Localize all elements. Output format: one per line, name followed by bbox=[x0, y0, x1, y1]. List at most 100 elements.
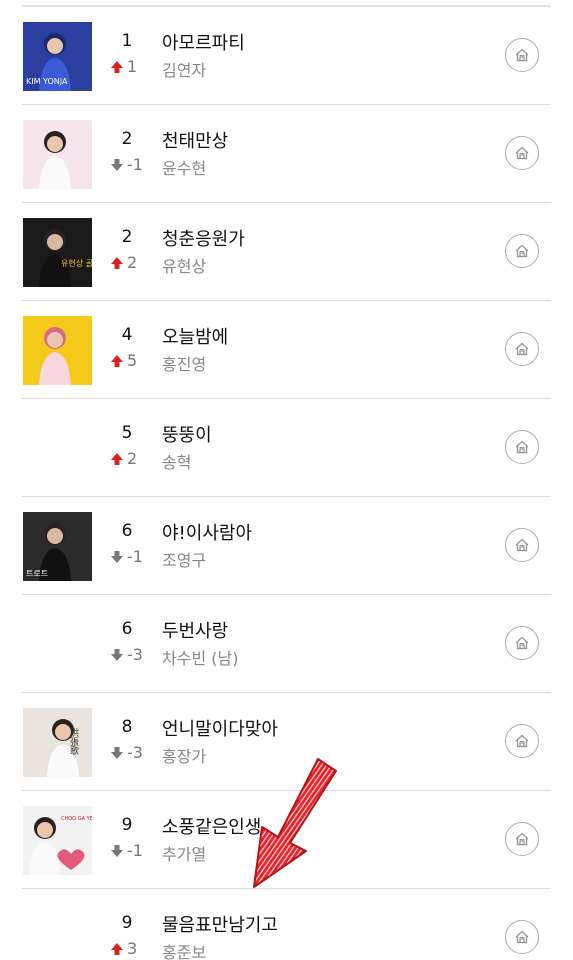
album-cover[interactable]: KIM YONJA bbox=[23, 22, 92, 91]
rank-number: 2 bbox=[121, 129, 133, 149]
rank-change-value: 5 bbox=[127, 351, 138, 370]
chart-list: KIM YONJA 1 1 아모르파티김연자 2 -1 천태만상윤수현유현상 골든 2 2 청춘응… bbox=[0, 7, 573, 960]
artist-name[interactable]: 김연자 bbox=[162, 57, 206, 81]
song-title[interactable]: 물음표만남기고 bbox=[162, 911, 278, 937]
home-button[interactable] bbox=[505, 332, 539, 366]
album-cover[interactable] bbox=[23, 316, 92, 385]
artist-name[interactable]: 차수빈 (남) bbox=[162, 645, 238, 669]
chart-row[interactable]: 9 3 물음표만남기고 홍준보 bbox=[22, 889, 551, 960]
down-arrow-icon bbox=[111, 844, 123, 857]
home-button[interactable] bbox=[505, 234, 539, 268]
rank-number: 5 bbox=[121, 423, 133, 443]
chart-row[interactable]: 5 2 뚱뚱이 송혁 bbox=[22, 399, 551, 497]
rank-change: 3 bbox=[110, 939, 137, 958]
album-cover-text: 洪張歌 bbox=[68, 727, 79, 756]
down-arrow-icon bbox=[111, 648, 123, 661]
song-title[interactable]: 뚱뚱이 bbox=[162, 421, 212, 447]
rank-change: 2 bbox=[110, 253, 137, 272]
down-arrow-icon bbox=[111, 550, 123, 563]
rank-change: -1 bbox=[110, 841, 143, 860]
chart-row[interactable]: 2 -1 천태만상 윤수현 bbox=[22, 105, 551, 203]
artist-name[interactable]: 홍장가 bbox=[162, 743, 206, 767]
artist-name[interactable]: 유현상 bbox=[162, 253, 206, 277]
home-icon bbox=[515, 832, 529, 846]
chart-row[interactable]: 6 -3 두번사랑 차수빈 (남) bbox=[22, 595, 551, 693]
home-button[interactable] bbox=[505, 920, 539, 954]
home-icon bbox=[515, 734, 529, 748]
down-arrow-icon bbox=[111, 746, 123, 759]
chart-row[interactable]: CHOO GA YEOUL 9 -1 소풍같은인생추가열 bbox=[22, 791, 551, 889]
rank-number: 8 bbox=[121, 717, 133, 737]
song-title[interactable]: 아모르파티 bbox=[162, 29, 245, 55]
song-title[interactable]: 천태만상 bbox=[162, 127, 228, 153]
rank-change-value: 2 bbox=[127, 253, 138, 272]
album-cover[interactable]: 트로트 bbox=[23, 512, 92, 581]
rank-number: 2 bbox=[121, 227, 133, 247]
rank-number: 6 bbox=[121, 521, 133, 541]
home-icon bbox=[515, 930, 529, 944]
album-cover[interactable]: CHOO GA YEOUL bbox=[23, 806, 92, 875]
up-arrow-icon bbox=[111, 256, 123, 269]
home-icon bbox=[515, 538, 529, 552]
home-button[interactable] bbox=[505, 822, 539, 856]
chart-row[interactable]: 트로트 6 -1 야!이사람아 조영구 bbox=[22, 497, 551, 595]
home-button[interactable] bbox=[505, 38, 539, 72]
home-icon bbox=[515, 146, 529, 160]
home-button[interactable] bbox=[505, 724, 539, 758]
chart-row[interactable]: 유현상 골든 2 2 청춘응원가유현상 bbox=[22, 203, 551, 301]
chart-page: KIM YONJA 1 1 아모르파티김연자 2 -1 천태만상윤수현유현상 골든 2 2 청춘응… bbox=[0, 0, 573, 960]
chart-row[interactable]: 洪張歌 8 -3 언니말이다맞아 홍장가 bbox=[22, 693, 551, 791]
rank-change: -1 bbox=[110, 547, 143, 566]
chart-row[interactable]: KIM YONJA 1 1 아모르파티 김연자 bbox=[22, 7, 551, 105]
album-cover-text: 트로트 bbox=[26, 569, 48, 578]
rank-change-value: -1 bbox=[127, 547, 143, 566]
rank-number: 4 bbox=[121, 325, 133, 345]
artist-name[interactable]: 윤수현 bbox=[162, 155, 206, 179]
rank-change-value: -1 bbox=[127, 841, 143, 860]
home-icon bbox=[515, 48, 529, 62]
song-title[interactable]: 두번사랑 bbox=[162, 617, 228, 643]
rank-number: 1 bbox=[121, 31, 133, 51]
rank-change: 2 bbox=[110, 449, 137, 468]
album-cover-text: CHOO GA YEOUL bbox=[61, 816, 92, 822]
rank-change: -3 bbox=[110, 743, 143, 762]
home-icon bbox=[515, 636, 529, 650]
home-icon bbox=[515, 244, 529, 258]
rank-change: 1 bbox=[110, 57, 137, 76]
song-title[interactable]: 청춘응원가 bbox=[162, 225, 245, 251]
song-title[interactable]: 오늘밤에 bbox=[162, 323, 228, 349]
home-button[interactable] bbox=[505, 430, 539, 464]
song-title[interactable]: 소풍같은인생 bbox=[162, 813, 261, 839]
rank-change-value: 2 bbox=[127, 449, 138, 468]
rank-change-value: 3 bbox=[127, 939, 138, 958]
chart-row[interactable]: 4 5 오늘밤에 홍진영 bbox=[22, 301, 551, 399]
rank-number: 6 bbox=[121, 619, 133, 639]
home-button[interactable] bbox=[505, 136, 539, 170]
up-arrow-icon bbox=[111, 942, 123, 955]
home-icon bbox=[515, 440, 529, 454]
song-title[interactable]: 야!이사람아 bbox=[162, 519, 252, 545]
album-cover[interactable] bbox=[23, 120, 92, 189]
rank-change-value: -1 bbox=[127, 155, 143, 174]
rank-change-value: 1 bbox=[127, 57, 138, 76]
song-title[interactable]: 언니말이다맞아 bbox=[162, 715, 278, 741]
artist-name[interactable]: 조영구 bbox=[162, 547, 206, 571]
artist-name[interactable]: 추가열 bbox=[162, 841, 206, 865]
album-cover-text: 유현상 골든 bbox=[61, 258, 92, 268]
album-cover[interactable]: 유현상 골든 bbox=[23, 218, 92, 287]
up-arrow-icon bbox=[111, 452, 123, 465]
home-button[interactable] bbox=[505, 626, 539, 660]
up-arrow-icon bbox=[111, 354, 123, 367]
home-icon bbox=[515, 342, 529, 356]
rank-change-value: -3 bbox=[127, 743, 143, 762]
album-cover[interactable]: 洪張歌 bbox=[23, 708, 92, 777]
rank-change-value: -3 bbox=[127, 645, 143, 664]
down-arrow-icon bbox=[111, 158, 123, 171]
artist-name[interactable]: 홍진영 bbox=[162, 351, 206, 375]
album-cover-text: KIM YONJA bbox=[26, 77, 68, 86]
artist-name[interactable]: 송혁 bbox=[162, 449, 191, 473]
rank-number: 9 bbox=[121, 913, 133, 933]
home-button[interactable] bbox=[505, 528, 539, 562]
artist-name[interactable]: 홍준보 bbox=[162, 939, 206, 960]
rank-change: -3 bbox=[110, 645, 143, 664]
